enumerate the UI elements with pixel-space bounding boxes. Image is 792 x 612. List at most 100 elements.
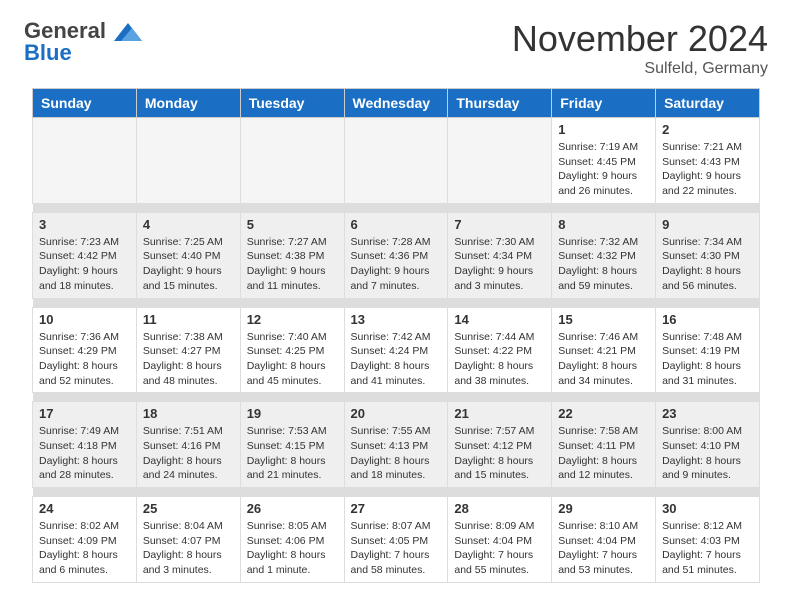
calendar-cell: 21 Sunrise: 7:57 AM Sunset: 4:12 PM Dayli…: [448, 402, 552, 488]
day-number: 10: [39, 312, 130, 327]
day-number: 19: [247, 406, 338, 421]
day-number: 22: [558, 406, 649, 421]
day-number: 18: [143, 406, 234, 421]
day-info: Sunrise: 7:34 AM Sunset: 4:30 PM Dayligh…: [662, 235, 753, 294]
spacer-cell: [33, 488, 760, 497]
day-info: Sunrise: 7:28 AM Sunset: 4:36 PM Dayligh…: [351, 235, 442, 294]
day-number: 13: [351, 312, 442, 327]
col-monday: Monday: [136, 89, 240, 118]
calendar-cell: 20 Sunrise: 7:55 AM Sunset: 4:13 PM Dayli…: [344, 402, 448, 488]
day-info: Sunrise: 8:04 AM Sunset: 4:07 PM Dayligh…: [143, 519, 234, 578]
day-number: 24: [39, 501, 130, 516]
calendar-week-row: 1Sunrise: 7:19 AM Sunset: 4:45 PM Daylig…: [33, 118, 760, 204]
day-number: 1: [558, 122, 649, 137]
calendar-cell: 28 Sunrise: 8:09 AM Sunset: 4:04 PM Dayli…: [448, 497, 552, 583]
day-info: Sunrise: 8:10 AM Sunset: 4:04 PM Dayligh…: [558, 519, 649, 578]
day-number: 17: [39, 406, 130, 421]
day-number: 14: [454, 312, 545, 327]
day-number: 11: [143, 312, 234, 327]
day-info: Sunrise: 7:25 AM Sunset: 4:40 PM Dayligh…: [143, 235, 234, 294]
spacer-cell: [33, 393, 760, 402]
day-info: Sunrise: 7:53 AM Sunset: 4:15 PM Dayligh…: [247, 424, 338, 483]
calendar-cell: 29 Sunrise: 8:10 AM Sunset: 4:04 PM Dayli…: [552, 497, 656, 583]
col-sunday: Sunday: [33, 89, 137, 118]
day-info: Sunrise: 8:00 AM Sunset: 4:10 PM Dayligh…: [662, 424, 753, 483]
calendar-cell: 24 Sunrise: 8:02 AM Sunset: 4:09 PM Dayli…: [33, 497, 137, 583]
spacer-cell: [33, 298, 760, 307]
day-info: Sunrise: 7:30 AM Sunset: 4:34 PM Dayligh…: [454, 235, 545, 294]
calendar-cell: 3 Sunrise: 7:23 AM Sunset: 4:42 PM Daylig…: [33, 212, 137, 298]
col-wednesday: Wednesday: [344, 89, 448, 118]
logo-icon: [114, 23, 142, 41]
calendar-cell: 2Sunrise: 7:21 AM Sunset: 4:43 PM Daylig…: [656, 118, 760, 204]
calendar-cell: [344, 118, 448, 204]
day-number: 7: [454, 217, 545, 232]
day-number: 20: [351, 406, 442, 421]
day-number: 9: [662, 217, 753, 232]
calendar-cell: 18 Sunrise: 7:51 AM Sunset: 4:16 PM Dayli…: [136, 402, 240, 488]
calendar-cell: [448, 118, 552, 204]
page-header: General Blue November 2024 Sulfeld, Germ…: [0, 0, 792, 88]
day-info: Sunrise: 7:42 AM Sunset: 4:24 PM Dayligh…: [351, 330, 442, 389]
day-number: 29: [558, 501, 649, 516]
day-info: Sunrise: 8:12 AM Sunset: 4:03 PM Dayligh…: [662, 519, 753, 578]
calendar-cell: 12Sunrise: 7:40 AM Sunset: 4:25 PM Dayli…: [240, 307, 344, 393]
day-number: 5: [247, 217, 338, 232]
col-tuesday: Tuesday: [240, 89, 344, 118]
day-number: 27: [351, 501, 442, 516]
day-info: Sunrise: 7:23 AM Sunset: 4:42 PM Dayligh…: [39, 235, 130, 294]
calendar-cell: 14Sunrise: 7:44 AM Sunset: 4:22 PM Dayli…: [448, 307, 552, 393]
day-info: Sunrise: 8:07 AM Sunset: 4:05 PM Dayligh…: [351, 519, 442, 578]
location: Sulfeld, Germany: [512, 60, 768, 78]
day-info: Sunrise: 7:55 AM Sunset: 4:13 PM Dayligh…: [351, 424, 442, 483]
calendar-table: Sunday Monday Tuesday Wednesday Thursday…: [32, 88, 760, 583]
day-info: Sunrise: 7:36 AM Sunset: 4:29 PM Dayligh…: [39, 330, 130, 389]
calendar-week-row: 10 Sunrise: 7:36 AM Sunset: 4:29 PM Dayli…: [33, 307, 760, 393]
day-number: 8: [558, 217, 649, 232]
month-title: November 2024: [512, 18, 768, 60]
day-number: 2: [662, 122, 753, 137]
day-info: Sunrise: 7:57 AM Sunset: 4:12 PM Dayligh…: [454, 424, 545, 483]
calendar-cell: [240, 118, 344, 204]
calendar-cell: 19 Sunrise: 7:53 AM Sunset: 4:15 PM Dayli…: [240, 402, 344, 488]
spacer-row: [33, 393, 760, 402]
calendar-cell: 9 Sunrise: 7:34 AM Sunset: 4:30 PM Daylig…: [656, 212, 760, 298]
day-number: 21: [454, 406, 545, 421]
calendar-cell: 22 Sunrise: 7:58 AM Sunset: 4:11 PM Dayli…: [552, 402, 656, 488]
day-info: Sunrise: 7:58 AM Sunset: 4:11 PM Dayligh…: [558, 424, 649, 483]
calendar-cell: 25Sunrise: 8:04 AM Sunset: 4:07 PM Dayli…: [136, 497, 240, 583]
day-info: Sunrise: 8:09 AM Sunset: 4:04 PM Dayligh…: [454, 519, 545, 578]
calendar-cell: 16Sunrise: 7:48 AM Sunset: 4:19 PM Dayli…: [656, 307, 760, 393]
calendar-cell: 1Sunrise: 7:19 AM Sunset: 4:45 PM Daylig…: [552, 118, 656, 204]
calendar-cell: 23 Sunrise: 8:00 AM Sunset: 4:10 PM Dayli…: [656, 402, 760, 488]
day-info: Sunrise: 7:51 AM Sunset: 4:16 PM Dayligh…: [143, 424, 234, 483]
calendar-cell: [33, 118, 137, 204]
calendar-cell: 30Sunrise: 8:12 AM Sunset: 4:03 PM Dayli…: [656, 497, 760, 583]
day-info: Sunrise: 8:05 AM Sunset: 4:06 PM Dayligh…: [247, 519, 338, 578]
day-info: Sunrise: 7:38 AM Sunset: 4:27 PM Dayligh…: [143, 330, 234, 389]
calendar-cell: 17Sunrise: 7:49 AM Sunset: 4:18 PM Dayli…: [33, 402, 137, 488]
logo: General Blue: [24, 18, 142, 66]
day-number: 23: [662, 406, 753, 421]
calendar-cell: 8 Sunrise: 7:32 AM Sunset: 4:32 PM Daylig…: [552, 212, 656, 298]
calendar-cell: 10 Sunrise: 7:36 AM Sunset: 4:29 PM Dayli…: [33, 307, 137, 393]
day-number: 6: [351, 217, 442, 232]
spacer-row: [33, 488, 760, 497]
day-info: Sunrise: 8:02 AM Sunset: 4:09 PM Dayligh…: [39, 519, 130, 578]
logo-blue-text: Blue: [24, 40, 72, 66]
col-friday: Friday: [552, 89, 656, 118]
calendar-cell: 13 Sunrise: 7:42 AM Sunset: 4:24 PM Dayli…: [344, 307, 448, 393]
calendar-cell: 7 Sunrise: 7:30 AM Sunset: 4:34 PM Daylig…: [448, 212, 552, 298]
col-thursday: Thursday: [448, 89, 552, 118]
spacer-cell: [33, 203, 760, 212]
day-number: 26: [247, 501, 338, 516]
col-saturday: Saturday: [656, 89, 760, 118]
day-info: Sunrise: 7:32 AM Sunset: 4:32 PM Dayligh…: [558, 235, 649, 294]
calendar-cell: 26 Sunrise: 8:05 AM Sunset: 4:06 PM Dayli…: [240, 497, 344, 583]
calendar-cell: 11 Sunrise: 7:38 AM Sunset: 4:27 PM Dayli…: [136, 307, 240, 393]
title-section: November 2024 Sulfeld, Germany: [512, 18, 768, 78]
day-number: 3: [39, 217, 130, 232]
calendar-cell: 6 Sunrise: 7:28 AM Sunset: 4:36 PM Daylig…: [344, 212, 448, 298]
day-number: 28: [454, 501, 545, 516]
calendar-cell: 27 Sunrise: 8:07 AM Sunset: 4:05 PM Dayli…: [344, 497, 448, 583]
